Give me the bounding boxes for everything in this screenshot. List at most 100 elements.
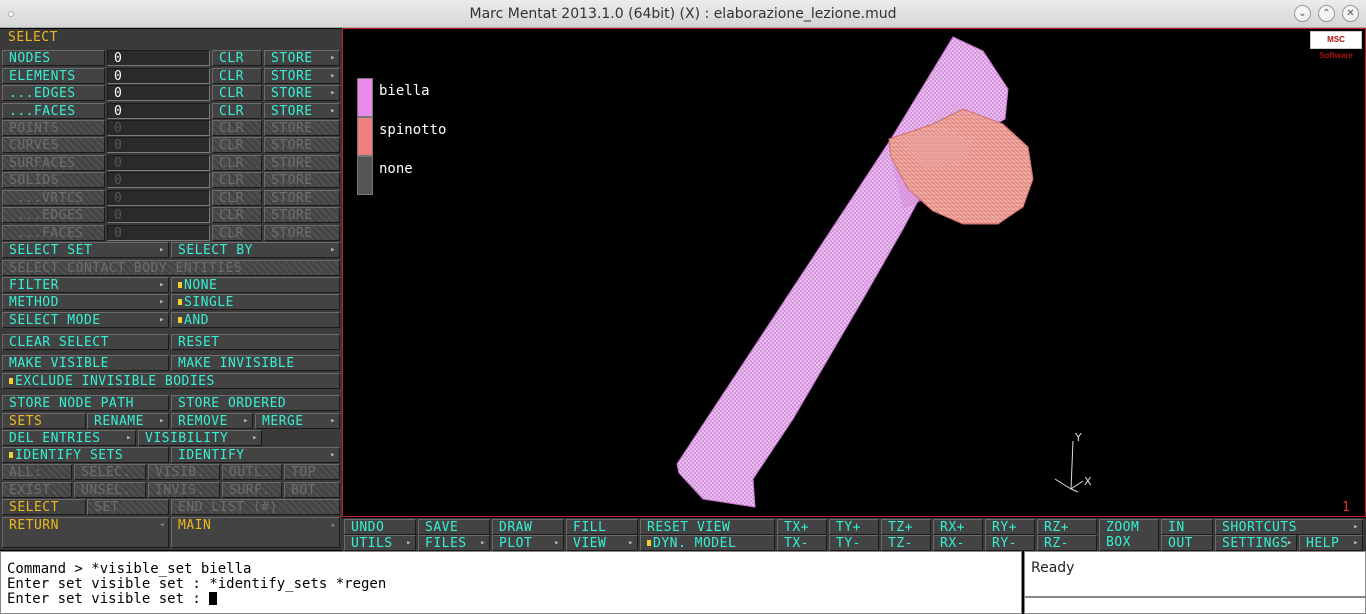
- exclude-invisible-bodies-toggle[interactable]: EXCLUDE INVISIBLE BODIES: [2, 373, 340, 389]
- rz-plus-button[interactable]: RZ+: [1037, 519, 1097, 535]
- method-button[interactable]: METHOD ▸: [2, 294, 169, 310]
- elements-clr-button[interactable]: CLR: [212, 68, 262, 84]
- select-label: SELECT: [2, 499, 86, 515]
- utils-button[interactable]: UTILS ▸: [344, 535, 416, 551]
- faces-clr-button[interactable]: CLR: [212, 103, 262, 119]
- tx-minus-button[interactable]: TX-: [777, 535, 827, 551]
- edges-store-button[interactable]: STORE ▸: [264, 85, 340, 101]
- select-by-button[interactable]: SELECT BY ▸: [171, 242, 340, 258]
- curves-store-button: STORE: [264, 137, 340, 153]
- rename-button[interactable]: RENAME ▸: [87, 413, 169, 429]
- ty-plus-button[interactable]: TY+: [829, 519, 879, 535]
- command-line-2: Enter set visible set : *identify_sets *…: [7, 576, 387, 592]
- make-visible-button[interactable]: MAKE VISIBLE: [2, 355, 169, 371]
- left-menu-panel: SELECT NODES 0 CLR STORE ▸ ELEMENTS 0 CLR…: [0, 29, 342, 550]
- filter-button[interactable]: FILTER ▸: [2, 277, 169, 293]
- zoom-in-button[interactable]: IN: [1161, 519, 1213, 535]
- return-button[interactable]: RETURN ◂: [2, 517, 169, 548]
- del-entries-button[interactable]: DEL ENTRIES ▸: [2, 430, 136, 446]
- fill-button[interactable]: FILL: [566, 519, 638, 535]
- nodes-store-button[interactable]: STORE ▸: [264, 50, 340, 66]
- all-label: ALL:: [2, 464, 72, 480]
- graphics-viewport[interactable]: MSC Software biella spinotto none Y X 1: [342, 28, 1366, 517]
- elements-store-button[interactable]: STORE ▸: [264, 68, 340, 84]
- ry-minus-button[interactable]: RY-: [985, 535, 1035, 551]
- vrtcs-clr-button: CLR: [212, 190, 262, 206]
- help-button[interactable]: HELP ▸: [1299, 535, 1363, 551]
- all-top-button: TOP: [284, 464, 340, 480]
- surfaces-clr-button: CLR: [212, 155, 262, 171]
- select-set-button[interactable]: SELECT SET ▸: [2, 242, 169, 258]
- zoom-box-button[interactable]: ZOOM BOX: [1099, 519, 1159, 551]
- command-input-line[interactable]: Enter set visible set :: [7, 592, 1015, 607]
- bottom-toolbar: UNDO SAVE DRAW FILL RESET VIEW TX+ TY+ T…: [342, 518, 1366, 551]
- visibility-button[interactable]: VISIBILITY ▸: [138, 430, 262, 446]
- reset-button[interactable]: RESET: [171, 334, 340, 350]
- undo-button[interactable]: UNDO: [344, 519, 416, 535]
- solids-store-button: STORE: [264, 172, 340, 188]
- rx-minus-button[interactable]: RX-: [933, 535, 983, 551]
- solid-faces-store-button: STORE: [264, 225, 340, 241]
- biella-mesh: [676, 36, 1009, 508]
- solid-edges-count-field: 0: [107, 207, 210, 223]
- vrtcs-store-button: STORE: [264, 190, 340, 206]
- shortcuts-button[interactable]: SHORTCUTS ▸: [1215, 519, 1363, 535]
- curves-clr-button: CLR: [212, 137, 262, 153]
- all-existing-button: EXIST.: [2, 482, 72, 498]
- minimize-icon[interactable]: ⌄: [1294, 5, 1311, 22]
- solids-count-field: 0: [107, 172, 210, 188]
- close-icon[interactable]: ✕: [1342, 5, 1359, 22]
- nodes-clr-button[interactable]: CLR: [212, 50, 262, 66]
- view-button[interactable]: VIEW ▸: [566, 535, 638, 551]
- all-invisible-button: INVIS.: [148, 482, 220, 498]
- curves-button: CURVES: [2, 137, 105, 153]
- elements-button[interactable]: ELEMENTS: [2, 68, 105, 84]
- clear-select-button[interactable]: CLEAR SELECT: [2, 334, 169, 350]
- settings-button[interactable]: SETTINGS ▸: [1215, 535, 1297, 551]
- axis-x-label: X: [1084, 475, 1092, 488]
- ry-plus-button[interactable]: RY+: [985, 519, 1035, 535]
- edges-button[interactable]: ...EDGES: [2, 85, 105, 101]
- identify-button[interactable]: IDENTIFY ▸: [171, 447, 340, 463]
- dyn-model-toggle[interactable]: DYN. MODEL: [640, 535, 775, 551]
- reset-view-button[interactable]: RESET VIEW: [640, 519, 775, 535]
- nodes-count-field[interactable]: 0: [107, 50, 210, 66]
- identify-sets-toggle[interactable]: IDENTIFY SETS: [2, 447, 169, 463]
- store-ordered-button[interactable]: STORE ORDERED: [171, 395, 340, 411]
- set-button: SET: [87, 499, 169, 515]
- select-mode-value[interactable]: AND: [171, 312, 340, 328]
- fe-mesh-model: Y X 1: [676, 36, 1350, 515]
- status-panel-secondary: [1024, 597, 1366, 614]
- method-value[interactable]: SINGLE: [171, 294, 340, 310]
- files-button[interactable]: FILES ▸: [418, 535, 490, 551]
- command-console[interactable]: Command > *visible_set biella Enter set …: [0, 551, 1022, 614]
- edges-count-field[interactable]: 0: [107, 85, 210, 101]
- make-invisible-button[interactable]: MAKE INVISIBLE: [171, 355, 340, 371]
- main-button[interactable]: MAIN ▴: [171, 517, 340, 548]
- ty-minus-button[interactable]: TY-: [829, 535, 879, 551]
- zoom-out-button[interactable]: OUT: [1161, 535, 1213, 551]
- points-clr-button: CLR: [212, 120, 262, 136]
- rx-plus-button[interactable]: RX+: [933, 519, 983, 535]
- edges-clr-button[interactable]: CLR: [212, 85, 262, 101]
- draw-button[interactable]: DRAW: [492, 519, 564, 535]
- maximize-icon[interactable]: ⌃: [1318, 5, 1335, 22]
- nodes-button[interactable]: NODES: [2, 50, 105, 66]
- faces-store-button[interactable]: STORE ▸: [264, 103, 340, 119]
- elements-count-field[interactable]: 0: [107, 68, 210, 84]
- merge-button[interactable]: MERGE ▸: [255, 413, 340, 429]
- faces-count-field[interactable]: 0: [107, 103, 210, 119]
- select-mode-button[interactable]: SELECT MODE ▸: [2, 312, 169, 328]
- faces-button[interactable]: ...FACES: [2, 103, 105, 119]
- curves-count-field: 0: [107, 137, 210, 153]
- remove-button[interactable]: REMOVE ▸: [171, 413, 253, 429]
- tx-plus-button[interactable]: TX+: [777, 519, 827, 535]
- filter-value[interactable]: NONE: [171, 277, 340, 293]
- plot-button[interactable]: PLOT ▸: [492, 535, 564, 551]
- store-node-path-button[interactable]: STORE NODE PATH: [2, 395, 169, 411]
- save-button[interactable]: SAVE: [418, 519, 490, 535]
- rz-minus-button[interactable]: RZ-: [1037, 535, 1097, 551]
- tz-plus-button[interactable]: TZ+: [881, 519, 931, 535]
- solid-edges-clr-button: CLR: [212, 207, 262, 223]
- tz-minus-button[interactable]: TZ-: [881, 535, 931, 551]
